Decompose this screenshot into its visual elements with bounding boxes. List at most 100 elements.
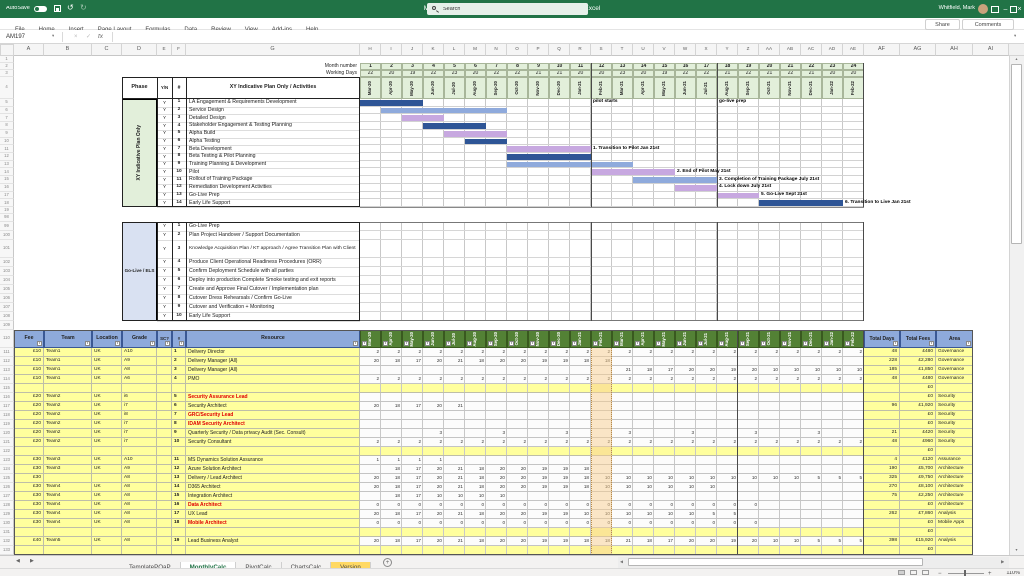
gantt-row-cells[interactable] <box>360 176 864 184</box>
golive-row-cells[interactable] <box>360 258 864 267</box>
column-header[interactable]: AE <box>843 44 864 56</box>
fee-cell[interactable]: £30 <box>14 465 44 474</box>
row-header[interactable]: 2 <box>0 63 14 70</box>
row-header[interactable]: 11 <box>0 145 14 153</box>
table-cell[interactable] <box>360 546 864 555</box>
team-cell[interactable]: Team4 <box>44 519 92 528</box>
fee-cell[interactable]: £30 <box>14 501 44 510</box>
total-fees-cell[interactable]: £120 <box>900 456 936 465</box>
column-header[interactable]: S <box>591 44 612 56</box>
month-label-cell[interactable]: Sep-20 <box>486 77 507 99</box>
fee-cell[interactable]: £30 <box>14 456 44 465</box>
column-header[interactable]: J <box>402 44 423 56</box>
resource-cell[interactable]: PMO <box>186 375 360 384</box>
total-fees-cell[interactable]: £1,850 <box>900 366 936 375</box>
activity-number[interactable]: 4 <box>172 122 186 130</box>
table-cell[interactable] <box>14 528 44 537</box>
grade-cell[interactable]: i8 <box>122 411 157 420</box>
sc-cell[interactable] <box>157 429 172 438</box>
grade-cell[interactable]: A8 <box>122 492 157 501</box>
filter-dropdown-icon[interactable]: ▾ <box>845 341 850 346</box>
total-fees-cell[interactable]: £0 <box>900 519 936 528</box>
row-header[interactable]: 100 <box>0 231 14 240</box>
month-number-cell[interactable]: 13 <box>612 63 633 70</box>
sc-cell[interactable] <box>157 438 172 447</box>
activity-number[interactable]: 7 <box>172 145 186 153</box>
month-label-cell[interactable]: Nov-20 <box>528 77 549 99</box>
total-fees-cell[interactable]: £480 <box>900 348 936 357</box>
row-header[interactable]: 6 <box>0 107 14 115</box>
formula-bar-expand-icon[interactable]: ▾ <box>1014 34 1016 39</box>
row-header[interactable]: 123 <box>0 456 14 465</box>
location-cell[interactable]: UK <box>92 411 122 420</box>
column-header[interactable]: AD <box>822 44 843 56</box>
filter-dropdown-icon[interactable]: ▾ <box>782 341 787 346</box>
name-box-dropdown-icon[interactable]: ▾ <box>52 34 54 39</box>
total-days-cell[interactable] <box>864 420 900 429</box>
row-header[interactable]: 103 <box>0 267 14 276</box>
area-cell[interactable]: Security <box>936 393 973 402</box>
activity-number[interactable]: 4 <box>172 258 186 267</box>
gantt-row-cells[interactable] <box>360 145 864 153</box>
row-header[interactable]: 5 <box>0 99 14 107</box>
table-cell[interactable] <box>122 447 157 456</box>
total-days-cell[interactable] <box>864 393 900 402</box>
total-fees-cell[interactable]: £5,700 <box>900 465 936 474</box>
sc-cell[interactable] <box>157 393 172 402</box>
day-cells-strip[interactable] <box>360 348 864 357</box>
column-header[interactable]: C <box>92 44 122 56</box>
month-number-cell[interactable]: 18 <box>717 63 738 70</box>
vertical-scroll-thumb[interactable] <box>1011 64 1022 244</box>
total-fees-cell[interactable]: £0 <box>900 393 936 402</box>
column-header[interactable]: F <box>172 44 186 56</box>
golive-row-cells[interactable] <box>360 294 864 303</box>
area-cell[interactable]: Security <box>936 438 973 447</box>
row-header[interactable]: 131 <box>0 528 14 537</box>
activity-label[interactable]: Go-Live Prep <box>186 192 360 200</box>
row-header[interactable]: 18 <box>0 199 14 207</box>
total-days-cell[interactable]: 185 <box>864 366 900 375</box>
grade-cell[interactable]: A8 <box>122 501 157 510</box>
area-cell[interactable]: Security <box>936 420 973 429</box>
gantt-row-cells[interactable] <box>360 130 864 138</box>
team-cell[interactable]: Team4 <box>44 483 92 492</box>
grade-cell[interactable]: A8 <box>122 366 157 375</box>
working-days-cell[interactable]: 22 <box>423 70 444 77</box>
activity-label[interactable]: Early Life Support <box>186 199 360 207</box>
row-header[interactable]: 132 <box>0 537 14 546</box>
resource-cell[interactable]: Data Architect <box>186 501 360 510</box>
zoom-in-icon[interactable]: + <box>988 571 992 576</box>
column-header[interactable]: P <box>528 44 549 56</box>
team-cell[interactable]: Team1 <box>44 348 92 357</box>
table-cell[interactable] <box>14 447 44 456</box>
table-cell[interactable] <box>936 447 973 456</box>
day-cells-strip[interactable] <box>360 483 864 492</box>
activity-label[interactable]: Rollout of Training Package <box>186 176 360 184</box>
resource-number-cell[interactable]: 5 <box>172 393 186 402</box>
column-header[interactable]: E <box>157 44 172 56</box>
resource-number-cell[interactable]: 4 <box>172 375 186 384</box>
table-cell[interactable] <box>122 528 157 537</box>
location-cell[interactable]: UK <box>92 510 122 519</box>
resource-number-cell[interactable]: 7 <box>172 411 186 420</box>
day-cells-strip[interactable] <box>360 357 864 366</box>
location-cell[interactable]: UK <box>92 456 122 465</box>
row-header[interactable]: 124 <box>0 465 14 474</box>
month-number-cell[interactable]: 16 <box>675 63 696 70</box>
column-header[interactable]: K <box>423 44 444 56</box>
day-cells-strip[interactable] <box>360 402 864 411</box>
row-header[interactable]: 107 <box>0 303 14 312</box>
sc-cell[interactable] <box>157 456 172 465</box>
column-header[interactable]: D <box>122 44 157 56</box>
working-days-cell[interactable]: 21 <box>759 70 780 77</box>
activity-label[interactable]: Produce Client Operational Readiness Pro… <box>186 258 360 267</box>
activity-label[interactable]: Beta Testing & Pilot Planning <box>186 153 360 161</box>
yn-cell[interactable]: Y <box>157 312 172 321</box>
total-days-cell[interactable]: 4 <box>864 456 900 465</box>
sc-cell[interactable] <box>157 474 172 483</box>
activity-number[interactable]: 8 <box>172 294 186 303</box>
sc-cell[interactable] <box>157 375 172 384</box>
month-number-cell[interactable]: 15 <box>654 63 675 70</box>
activity-number[interactable]: 9 <box>172 161 186 169</box>
table-cell[interactable] <box>157 528 172 537</box>
